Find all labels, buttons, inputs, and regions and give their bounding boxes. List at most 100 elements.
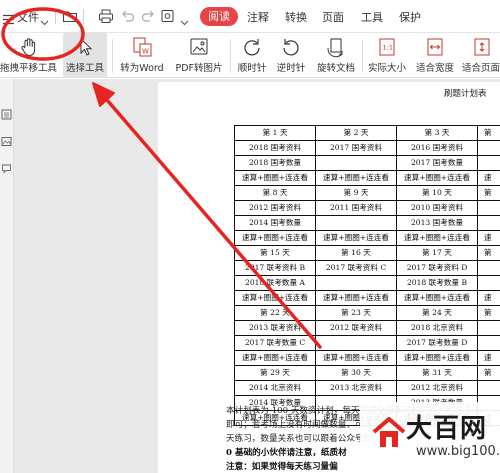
table-cell: 2018 北京资料 [396,320,478,336]
table-cell: 2014 国考数量 [234,215,316,231]
plan-paragraph-line: 天练习，数量关系也可以跟着公众号的 [226,434,373,444]
table-cell: 2010 国考资料 [396,200,478,216]
hamburger-menu-icon[interactable] [3,10,14,25]
document-heading: 刷题计划表 [444,89,487,99]
rotate-clockwise-icon [241,36,263,58]
svg-text:W: W [142,48,149,56]
svg-text:1:1: 1:1 [383,44,393,52]
tab-convert[interactable]: 转换 [285,9,307,25]
tab-annotate[interactable]: 注释 [247,9,269,25]
actual-size-button[interactable]: 1:1 实际大小 [365,33,409,78]
rotate-document-icon [325,36,347,58]
left-sidebar [0,79,14,473]
rotate-counterclockwise-button[interactable]: 逆时针 [273,33,309,78]
bold-note-line: 0 基础的小伙伴请注意，纸质材 [226,448,347,458]
watermark-url: www.big100.net [416,444,500,459]
thumbnail-panel-icon[interactable] [1,132,12,146]
table-row: 2014 北京资料 2013 北京资料 2012 北京资料 [234,380,500,396]
table-cell: 第 9 天 [315,185,397,201]
tab-tools[interactable]: 工具 [361,9,383,25]
table-cell: 速 [477,350,500,366]
rotate-document-label: 旋转文档 [316,63,355,74]
table-cell: 第 1 天 [234,125,316,141]
print-icon[interactable] [98,8,114,24]
table-row: 速算+圈圈+连连看速算+圈圈+连连看速算+圈圈+连连看速 [234,230,500,246]
table-cell: 2017 国考资料 [315,140,397,156]
table-cell: 2017 联考资料 C [315,260,397,276]
table-cell: 第 17 天 [396,245,478,261]
menu-bar: 文件 阅读 注释 转换 页面 工具 保护 [0,0,500,33]
table-cell [477,335,500,351]
rotate-document-button[interactable]: 旋转文档 [314,33,358,78]
customize-chevron-icon[interactable] [180,12,189,26]
tab-page[interactable]: 页面 [322,9,344,25]
table-cell: 速算+圈圈+连连看 [234,350,316,366]
open-folder-icon[interactable] [62,8,78,24]
table-cell: 2013 联考资料 [234,320,316,336]
table-cell: 第 16 天 [315,245,397,261]
table-cell: 2018 国考资料 [234,140,316,156]
table-cell: 速算+圈圈+连连看 [396,290,478,306]
pdf-to-image-button[interactable]: PDF转图片 [174,33,224,78]
table-cell: 速算+圈圈+连连看 [315,230,397,246]
file-menu[interactable]: 文件 [17,9,39,25]
table-cell: 2012 联考资料 [315,320,397,336]
table-cell: 2018 联考数量 A [234,275,316,291]
comment-panel-icon[interactable] [1,159,12,174]
table-row: 第 22 天第 23 天第 24 天第 [234,305,500,321]
pan-tool-button[interactable]: 拖拽平移工具 [0,33,57,78]
table-cell: 速算+圈圈+连连看 [396,350,478,366]
fit-width-icon [424,36,446,58]
fit-page-button[interactable]: 适合页面 [460,33,500,78]
table-row: 2012 国考资料 2011 国考资料 2010 国考资料 [234,200,500,216]
table-cell: 2017 国考数量 [396,155,478,171]
table-cell: 2018 国考数量 [234,155,316,171]
redo-icon[interactable] [140,8,156,24]
table-cell: 2016 国考资料 [396,140,478,156]
chevron-down-icon[interactable] [40,12,49,26]
table-cell [315,155,397,171]
table-cell: 2017 联考数量 D [396,335,478,351]
divider [230,39,231,73]
table-cell [477,155,500,171]
find-icon[interactable] [160,8,176,24]
fit-width-label: 适合宽度 [415,63,454,74]
select-tool-button[interactable]: 选择工具 [63,33,107,78]
study-plan-table: 第 1 天第 2 天第 3 天第 2018 国考资料 2017 国考资料 2016 国… [234,125,500,426]
table-cell: 第 10 天 [396,185,478,201]
table-cell: 2013 国考数量 [396,215,478,231]
table-cell [477,320,500,336]
divider [112,39,113,73]
table-row: 2018 联考数量 A 2018 联考数量 B [234,275,500,291]
table-cell: 第 30 天 [315,365,397,381]
tab-protect[interactable]: 保护 [399,9,421,25]
rotate-clockwise-button[interactable]: 顺时针 [234,33,270,78]
table-row: 速算+圈圈+连连看速算+圈圈+连连看速算+圈圈+连连看速 [234,350,500,366]
table-cell: 2012 北京资料 [396,380,478,396]
divider [55,9,56,24]
table-cell: 第 3 天 [396,125,478,141]
table-row: 第 29 天第 30 天第 31 天第 [234,365,500,381]
table-cell: 第 31 天 [396,365,478,381]
table-row: 速算+圈圈+连连看速算+圈圈+连连看速算+圈圈+连连看速 [234,290,500,306]
table-cell: 2018 联考数量 B [396,275,478,291]
table-row: 2013 联考资料 2012 联考资料 2018 北京资料 [234,320,500,336]
table-cell: 2011 国考资料 [315,200,397,216]
table-cell: 第 23 天 [315,305,397,321]
undo-icon[interactable] [120,8,136,24]
to-word-button[interactable]: W 转为Word [117,33,167,78]
table-cell [477,380,500,396]
fit-width-button[interactable]: 适合宽度 [413,33,457,78]
bold-note-line: 注意：如果觉得每天练习量偏 [226,462,338,472]
ribbon-toolbar: 拖拽平移工具 选择工具 W 转为Word PDF转图片 顺时针 逆时针 旋转文档… [0,33,500,78]
table-cell: 速算+圈圈+连连看 [396,170,478,186]
table-cell: 第 29 天 [234,365,316,381]
table-cell: 速 [477,170,500,186]
hand-icon [18,36,40,58]
tab-reading[interactable]: 阅读 [200,7,238,26]
bookmark-panel-icon[interactable] [1,105,12,120]
table-cell: 速算+圈圈+连连看 [396,230,478,246]
table-row: 2014 国考数量 2013 国考数量 [234,215,500,231]
table-cell: 2012 国考资料 [234,200,316,216]
table-cell [315,275,397,291]
